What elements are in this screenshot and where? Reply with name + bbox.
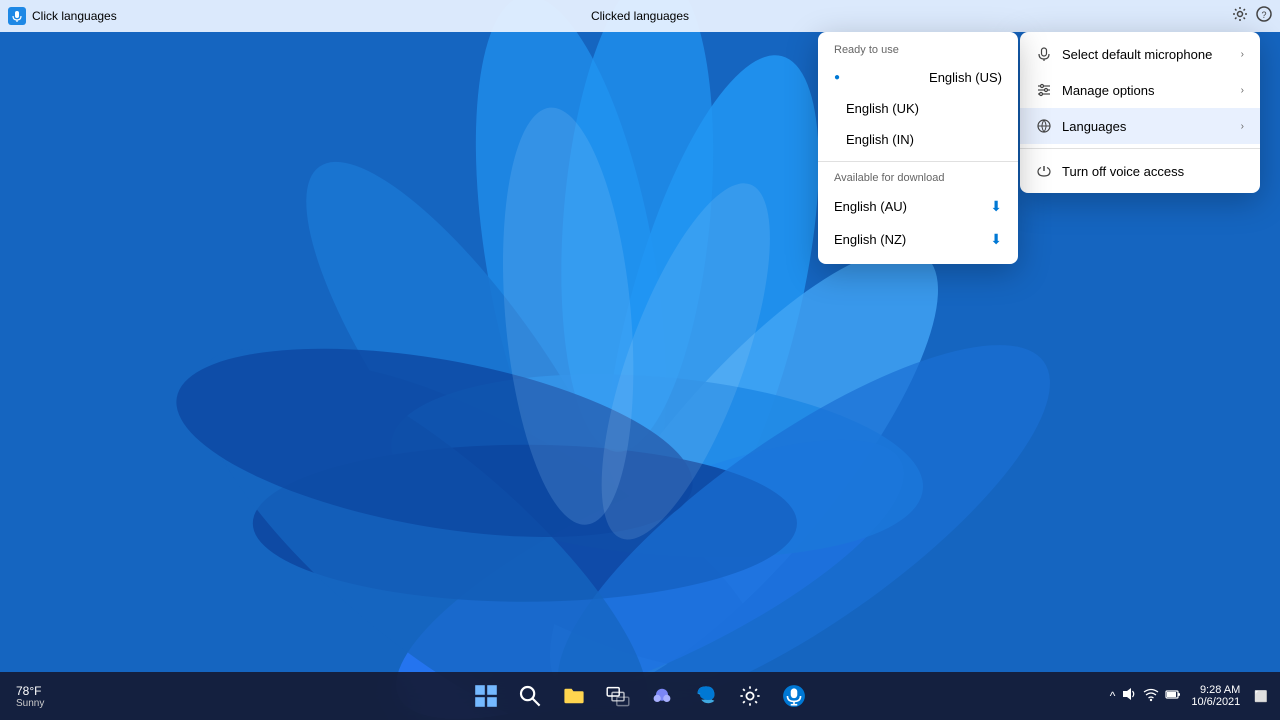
settings-button[interactable] bbox=[1232, 6, 1248, 27]
notification-button[interactable]: ⬜ bbox=[1250, 690, 1272, 703]
menu-item-turnoff-left: Turn off voice access bbox=[1036, 163, 1184, 179]
menu-label-manage: Manage options bbox=[1062, 83, 1155, 98]
volume-icon[interactable] bbox=[1121, 686, 1137, 707]
languages-icon bbox=[1036, 118, 1052, 134]
desktop: Click languages Clicked languages ? bbox=[0, 0, 1280, 720]
battery-icon[interactable] bbox=[1165, 686, 1181, 707]
chevron-microphone: › bbox=[1241, 49, 1244, 60]
download-icon-nz: ⬇ bbox=[990, 231, 1002, 248]
menu-item-manage-left: Manage options bbox=[1036, 82, 1155, 98]
app-icon bbox=[8, 7, 26, 25]
clock-date: 10/6/2021 bbox=[1191, 696, 1240, 708]
search-button[interactable] bbox=[510, 676, 550, 716]
edge-button[interactable] bbox=[686, 676, 726, 716]
menu-label-microphone: Select default microphone bbox=[1062, 47, 1212, 62]
menu-item-microphone-left: Select default microphone bbox=[1036, 46, 1212, 62]
chevron-languages: › bbox=[1241, 121, 1244, 132]
taskbar-right: ^ bbox=[1110, 684, 1272, 708]
taskbar-center bbox=[466, 676, 814, 716]
wifi-icon bbox=[1143, 686, 1159, 702]
weather-temp: 78°F bbox=[16, 684, 44, 698]
language-item-en-au[interactable]: English (AU) ⬇ bbox=[818, 190, 1018, 223]
voice-access-icon bbox=[782, 684, 806, 708]
help-button[interactable]: ? bbox=[1256, 6, 1272, 27]
languages-submenu: Ready to use English (US) English (UK) E… bbox=[818, 32, 1018, 264]
language-label-en-uk: English (UK) bbox=[846, 101, 919, 116]
menu-label-languages: Languages bbox=[1062, 119, 1126, 134]
settings-icon bbox=[1232, 6, 1248, 22]
ready-section-label: Ready to use bbox=[818, 40, 1018, 62]
titlebar-left: Click languages bbox=[8, 7, 117, 25]
language-label-en-nz: English (NZ) bbox=[834, 232, 906, 247]
settings-taskbar-button[interactable] bbox=[730, 676, 770, 716]
language-label-en-au: English (AU) bbox=[834, 199, 907, 214]
titlebar-title: Clicked languages bbox=[591, 9, 689, 23]
chevron-manage: › bbox=[1241, 85, 1244, 96]
language-item-en-us[interactable]: English (US) bbox=[818, 62, 1018, 93]
menu-item-turn-off[interactable]: Turn off voice access bbox=[1020, 153, 1260, 189]
manage-options-icon bbox=[1036, 82, 1052, 98]
globe-icon bbox=[1037, 119, 1051, 133]
language-item-en-uk[interactable]: English (UK) bbox=[818, 93, 1018, 124]
task-view-icon bbox=[606, 684, 630, 708]
voice-access-button[interactable] bbox=[774, 676, 814, 716]
download-section-label: Available for download bbox=[818, 168, 1018, 190]
mic-menu-icon bbox=[1037, 47, 1051, 61]
weather-widget[interactable]: 78°F Sunny bbox=[8, 684, 52, 709]
titlebar-right: ? bbox=[1232, 6, 1272, 27]
clock[interactable]: 9:28 AM 10/6/2021 bbox=[1187, 684, 1244, 708]
submenu-divider bbox=[818, 161, 1018, 162]
menu-divider bbox=[1020, 148, 1260, 149]
language-item-en-nz[interactable]: English (NZ) ⬇ bbox=[818, 223, 1018, 256]
settings-taskbar-icon bbox=[738, 684, 762, 708]
network-icon[interactable] bbox=[1143, 686, 1159, 707]
microphone-icon bbox=[1036, 46, 1052, 62]
language-label-en-us: English (US) bbox=[929, 70, 1002, 85]
chat-button[interactable] bbox=[642, 676, 682, 716]
language-label-en-in: English (IN) bbox=[846, 132, 914, 147]
menu-label-turnoff: Turn off voice access bbox=[1062, 164, 1184, 179]
svg-text:?: ? bbox=[1261, 10, 1266, 20]
menu-item-microphone[interactable]: Select default microphone › bbox=[1020, 36, 1260, 72]
power-icon bbox=[1036, 163, 1052, 179]
windows-icon bbox=[474, 684, 498, 708]
menu-item-languages[interactable]: Languages › bbox=[1020, 108, 1260, 144]
edge-icon bbox=[694, 684, 718, 708]
file-explorer-button[interactable] bbox=[554, 676, 594, 716]
power-svg-icon bbox=[1037, 164, 1051, 178]
sliders-icon bbox=[1037, 83, 1051, 97]
search-icon bbox=[518, 684, 542, 708]
menu-item-languages-left: Languages bbox=[1036, 118, 1126, 134]
menu-item-manage-options[interactable]: Manage options › bbox=[1020, 72, 1260, 108]
app-name: Click languages bbox=[32, 9, 117, 23]
mic-icon bbox=[11, 10, 23, 22]
clock-time: 9:28 AM bbox=[1200, 684, 1240, 696]
tray-chevron[interactable]: ^ bbox=[1110, 689, 1116, 703]
battery-svg-icon bbox=[1165, 686, 1181, 702]
task-view-button[interactable] bbox=[598, 676, 638, 716]
voice-menu: Select default microphone › Manage opt bbox=[1020, 32, 1260, 193]
speaker-icon bbox=[1121, 686, 1137, 702]
chat-icon bbox=[650, 684, 674, 708]
language-item-en-in[interactable]: English (IN) bbox=[818, 124, 1018, 155]
download-icon-au: ⬇ bbox=[990, 198, 1002, 215]
help-icon: ? bbox=[1256, 6, 1272, 22]
weather-condition: Sunny bbox=[16, 698, 44, 709]
taskbar: 78°F Sunny bbox=[0, 672, 1280, 720]
titlebar: Click languages Clicked languages ? bbox=[0, 0, 1280, 32]
start-button[interactable] bbox=[466, 676, 506, 716]
folder-icon bbox=[562, 684, 586, 708]
